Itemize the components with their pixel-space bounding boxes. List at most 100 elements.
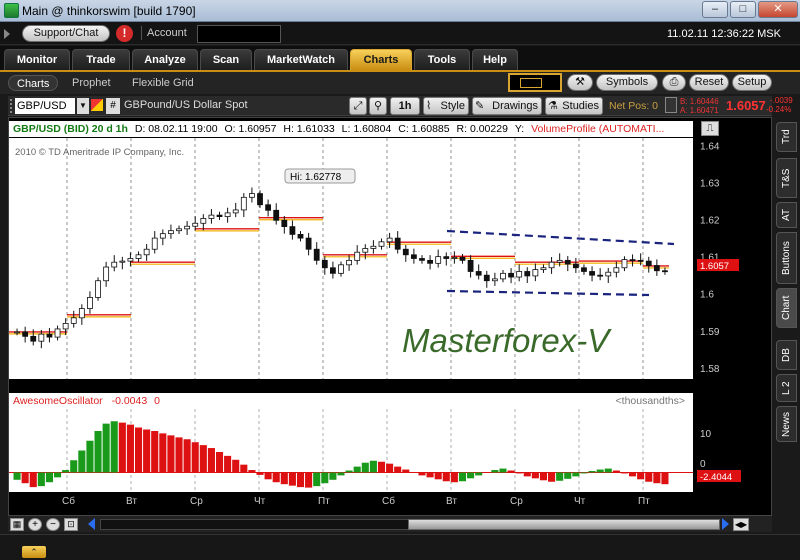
candle-body (378, 241, 385, 247)
tab-trade[interactable]: Trade (72, 49, 130, 70)
candle-body (629, 259, 636, 262)
price-tick: 1.63 (700, 178, 720, 189)
symbol-input[interactable]: GBP/USD (15, 98, 75, 114)
subtab-charts[interactable]: Charts (8, 75, 59, 91)
candle-body (297, 234, 304, 239)
fit-chart-icon[interactable]: ◀▶ (733, 518, 749, 531)
tab-marketwatch[interactable]: MarketWatch (254, 49, 348, 70)
tab-analyze[interactable]: Analyze (132, 49, 198, 70)
side-tab-db[interactable]: DB (776, 340, 797, 370)
candle-body (330, 267, 336, 274)
subtab-flexible-grid[interactable]: Flexible Grid (132, 75, 194, 91)
time-tick: Чт (574, 496, 586, 507)
side-tab-ts[interactable]: T&S (776, 158, 797, 198)
candle-body (370, 245, 377, 249)
alert-icon[interactable]: ! (116, 25, 133, 42)
account-selector[interactable] (197, 25, 281, 43)
side-tab-chart[interactable]: Chart (776, 288, 797, 328)
info-symbol: GBP/USD (BID) 20 d 1h (13, 123, 128, 135)
candle-body (540, 267, 547, 271)
layout-selector[interactable] (508, 73, 562, 92)
candle-body (548, 261, 555, 269)
maximize-button[interactable]: □ (730, 1, 756, 18)
bottom-bar (0, 534, 800, 560)
copyright-text: 2010 © TD Ameritrade IP Company, Inc. (15, 147, 184, 158)
subtab-prophet[interactable]: Prophet (72, 75, 111, 91)
zoom-in-icon[interactable]: + (28, 518, 42, 531)
candle-body (273, 209, 280, 221)
candle-body (216, 214, 223, 218)
style-button[interactable]: ⌇ Style (423, 97, 469, 115)
oscillator-extra: 0 (154, 395, 160, 407)
candle-body (127, 258, 134, 262)
tab-monitor[interactable]: Monitor (4, 49, 70, 70)
price-plot[interactable]: 2010 © TD Ameritrade IP Company, Inc. Hi… (9, 138, 693, 379)
studies-button[interactable]: ⚗ Studies (545, 97, 603, 115)
support-chat-button[interactable]: Support/Chat (22, 25, 110, 42)
reset-button[interactable]: Reset (689, 74, 729, 91)
candle-body (22, 331, 29, 337)
oscillator-plot[interactable] (9, 409, 693, 492)
expand-up-icon[interactable]: ⌃ (22, 546, 46, 558)
side-tab-buttons[interactable]: Buttons (776, 232, 797, 284)
oscillator-name[interactable]: AwesomeOscillator (13, 395, 103, 407)
tab-help[interactable]: Help (472, 49, 518, 70)
side-tab-trd[interactable]: Trd (776, 122, 797, 152)
close-button[interactable]: ✕ (758, 1, 798, 18)
tab-tools[interactable]: Tools (414, 49, 470, 70)
candle-body (410, 254, 417, 259)
scroll-right-icon[interactable] (722, 518, 729, 530)
link-color-icon[interactable] (91, 99, 103, 111)
info-study[interactable]: VolumeProfile (AUTOMATI... (531, 123, 664, 135)
candle-body (613, 267, 620, 273)
crosshair-icon[interactable]: ⊡ (64, 518, 78, 531)
candle-body (143, 248, 150, 256)
side-tab-at[interactable]: AT (776, 202, 797, 228)
candle-body (224, 212, 231, 218)
print-icon[interactable]: ⎙ (662, 74, 686, 91)
link-icon[interactable]: ⚲ (369, 97, 387, 115)
info-y: Y: (514, 123, 525, 135)
title-bar: Main @ thinkorswim [build 1790] – □ ✕ (0, 0, 800, 22)
side-tab-l2[interactable]: L 2 (776, 374, 797, 402)
side-tab-news[interactable]: News (776, 406, 797, 442)
candle-body (184, 225, 191, 230)
symbol-dropdown-icon[interactable]: ▼ (77, 98, 89, 114)
minimize-button[interactable]: – (702, 1, 728, 18)
candle-body (354, 251, 361, 261)
symbols-button[interactable]: Symbols (596, 74, 658, 91)
scrollbar-thumb[interactable] (408, 519, 720, 530)
scroll-left-icon[interactable] (88, 518, 95, 530)
tab-scan[interactable]: Scan (200, 49, 252, 70)
candle-body (313, 248, 320, 261)
candle-body (621, 259, 628, 269)
drag-handle[interactable] (10, 99, 12, 113)
chart-settings-icon[interactable]: ⎍ (701, 121, 719, 136)
candle-body (524, 271, 531, 277)
candle-body (46, 333, 53, 338)
oscillator-tag-text: -2.4044 (700, 472, 732, 483)
setup-button[interactable]: Setup (732, 74, 772, 91)
tab-charts[interactable]: Charts (350, 49, 412, 70)
position-indicator (665, 97, 677, 113)
timeframe-selector[interactable]: 1h (390, 97, 420, 115)
zoom-icon[interactable]: ⤢ (349, 97, 367, 115)
candle-body (662, 270, 668, 273)
candle-body (475, 271, 482, 276)
collapse-arrow-icon[interactable] (4, 29, 10, 39)
grid-toggle-icon[interactable]: ▦ (10, 518, 24, 531)
wrench-icon[interactable]: ⚒ (567, 74, 593, 91)
candle-body (483, 274, 490, 282)
oscillator-info-bar: AwesomeOscillator -0.0043 0 <thousandths… (9, 393, 693, 409)
zoom-out-icon[interactable]: − (46, 518, 60, 531)
candle-body (151, 237, 158, 250)
candle-body (249, 193, 255, 198)
candle-body (532, 269, 539, 277)
price-tick: 1.62 (700, 216, 720, 227)
time-tick: Ср (510, 496, 523, 507)
price-tag-text: 1.6057 (700, 261, 729, 272)
grid-icon[interactable]: # (106, 98, 120, 114)
candle-body (564, 259, 571, 265)
candle-body (605, 271, 612, 277)
drawings-button[interactable]: ✎ Drawings (472, 97, 542, 115)
